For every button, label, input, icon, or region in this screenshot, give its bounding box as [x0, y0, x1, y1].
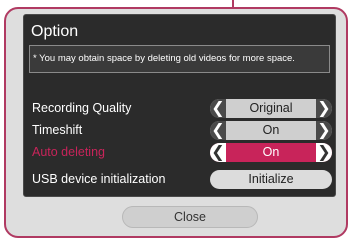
notice-text: * You may obtain space by deleting old v… — [29, 45, 330, 73]
timeshift-selector[interactable]: ❮ On ❯ — [210, 121, 332, 140]
chevron-right-icon[interactable]: ❯ — [316, 143, 332, 162]
auto-deleting-value: On — [262, 145, 280, 159]
usb-init-row: USB device initialization Initialize — [24, 170, 337, 190]
recording-quality-value: Original — [249, 101, 293, 115]
option-dialog: Option * You may obtain space by deletin… — [4, 7, 348, 238]
chevron-left-icon[interactable]: ❮ — [210, 121, 226, 140]
close-button[interactable]: Close — [122, 206, 258, 228]
chevron-left-icon[interactable]: ❮ — [210, 99, 226, 118]
usb-init-label: USB device initialization — [32, 172, 166, 186]
timeshift-row: Timeshift ❮ On ❯ — [24, 121, 337, 141]
option-panel: Option * You may obtain space by deletin… — [23, 14, 336, 197]
timeshift-value: On — [262, 123, 280, 137]
timeshift-label: Timeshift — [32, 123, 83, 137]
recording-quality-selector[interactable]: ❮ Original ❯ — [210, 99, 332, 118]
chevron-right-icon[interactable]: ❯ — [316, 121, 332, 140]
auto-deleting-selector[interactable]: ❮ On ❯ — [210, 143, 332, 162]
chevron-right-icon[interactable]: ❯ — [316, 99, 332, 118]
recording-quality-label: Recording Quality — [32, 101, 132, 115]
chevron-left-icon[interactable]: ❮ — [210, 143, 226, 162]
recording-quality-row: Recording Quality ❮ Original ❯ — [24, 99, 337, 119]
auto-deleting-label: Auto deleting — [32, 145, 105, 159]
initialize-button[interactable]: Initialize — [210, 170, 332, 189]
auto-deleting-row: Auto deleting ❮ On ❯ — [24, 143, 337, 163]
dialog-title: Option — [31, 23, 79, 40]
